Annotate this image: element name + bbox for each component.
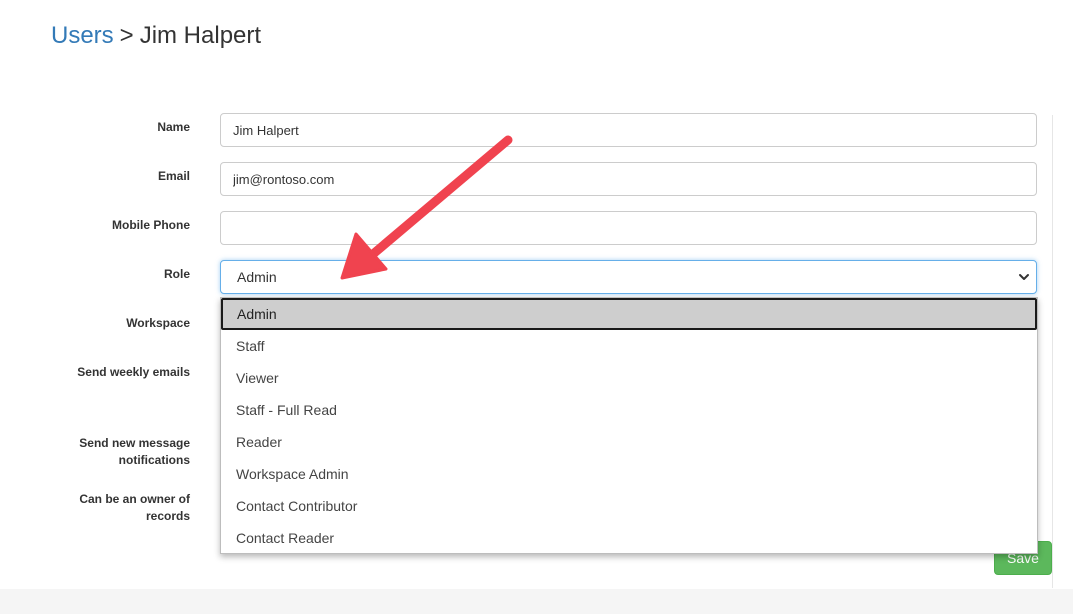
- mobile-phone-input[interactable]: [220, 211, 1037, 245]
- mobile-phone-label: Mobile Phone: [112, 218, 190, 232]
- role-select[interactable]: Admin: [220, 260, 1037, 294]
- notifications-label-line2: notifications: [118, 453, 190, 467]
- role-option-viewer[interactable]: Viewer: [221, 362, 1037, 394]
- breadcrumb-users-link[interactable]: Users: [51, 22, 114, 49]
- name-label: Name: [157, 120, 190, 134]
- role-option-reader[interactable]: Reader: [221, 426, 1037, 458]
- weekly-emails-label: Send weekly emails: [77, 365, 190, 379]
- email-label: Email: [157, 169, 190, 183]
- role-option-staff-full-read[interactable]: Staff - Full Read: [221, 394, 1037, 426]
- owner-label-line2: records: [145, 509, 190, 523]
- chevron-down-icon: [1019, 274, 1029, 280]
- form-right-border: [1052, 115, 1053, 588]
- role-dropdown-list: Admin Staff Viewer Staff - Full Read Rea…: [220, 297, 1038, 554]
- footer-band: [0, 589, 1073, 614]
- email-input[interactable]: [220, 162, 1037, 196]
- workspace-label: Workspace: [126, 316, 190, 330]
- role-option-admin[interactable]: Admin: [221, 298, 1037, 330]
- role-label: Role: [163, 267, 190, 281]
- notifications-label-line1: Send new message: [79, 436, 190, 450]
- breadcrumb: Users > Jim Halpert: [51, 20, 261, 52]
- breadcrumb-separator: >: [119, 22, 134, 49]
- role-select-value: Admin: [237, 269, 277, 285]
- role-option-contact-reader[interactable]: Contact Reader: [221, 522, 1037, 554]
- name-input[interactable]: [220, 113, 1037, 147]
- notifications-label: Send new message notifications: [20, 435, 190, 469]
- role-option-staff[interactable]: Staff: [221, 330, 1037, 362]
- owner-label: Can be an owner of records: [20, 491, 190, 525]
- breadcrumb-current: Jim Halpert: [139, 22, 262, 49]
- user-edit-page: Users>Jim Halpert Name Email Mobile Phon…: [0, 0, 1073, 614]
- role-option-workspace-admin[interactable]: Workspace Admin: [221, 458, 1037, 490]
- owner-label-line1: Can be an owner of: [79, 492, 190, 506]
- role-option-contact-contributor[interactable]: Contact Contributor: [221, 490, 1037, 522]
